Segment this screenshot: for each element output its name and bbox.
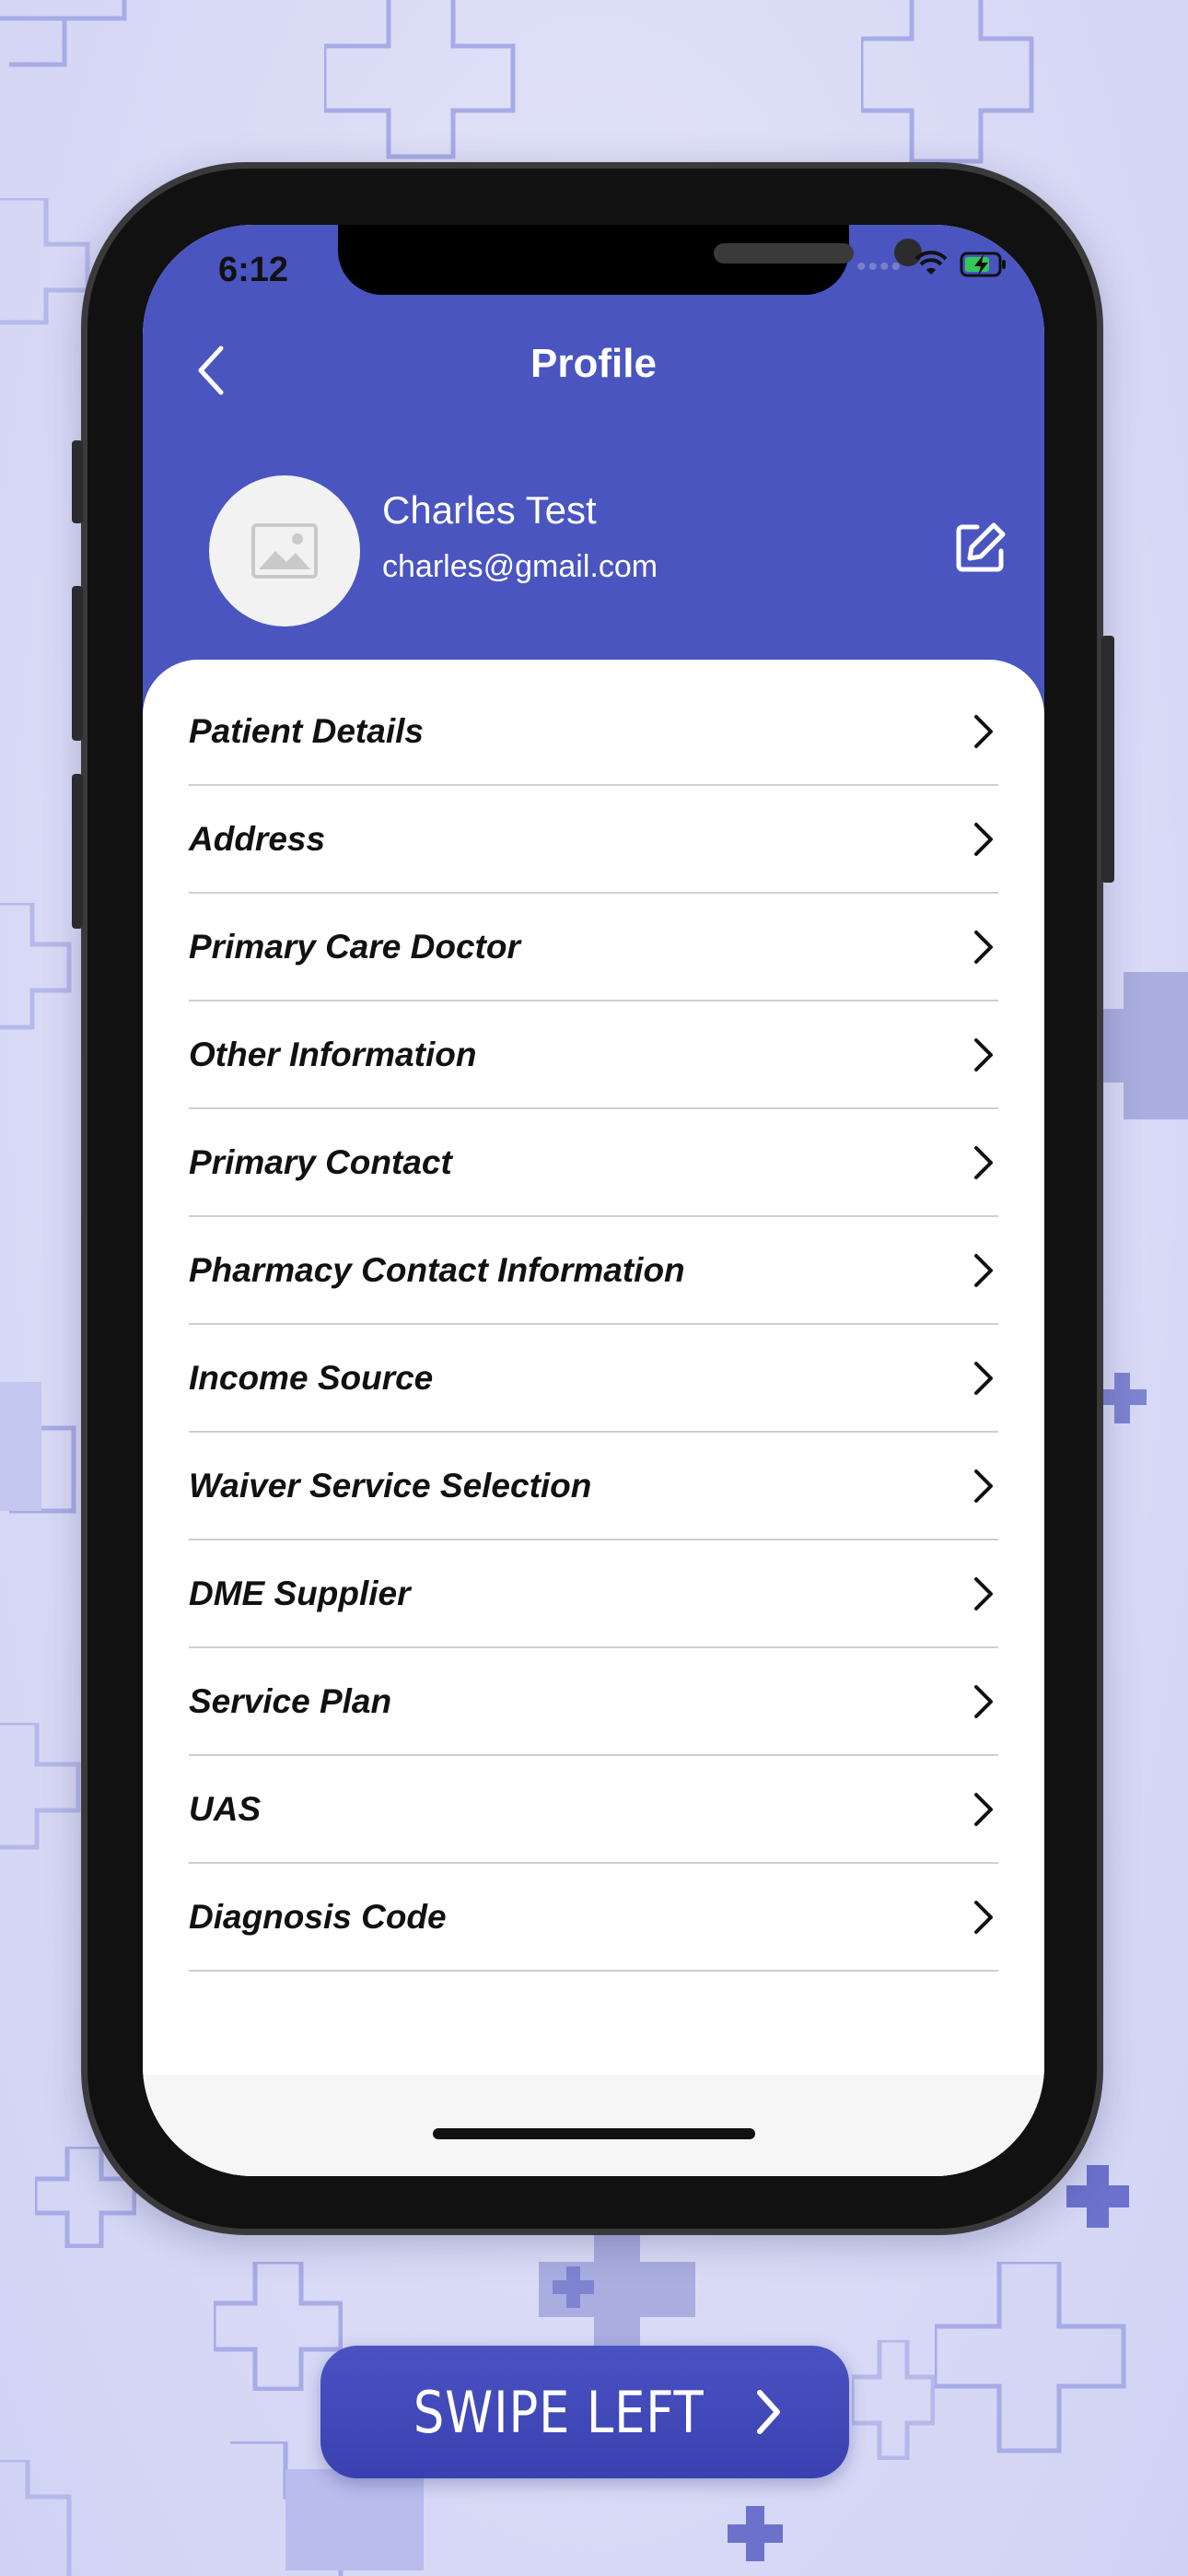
menu-item[interactable]: Other Information: [189, 1001, 998, 1109]
phone-notch: [338, 225, 922, 295]
battery-charging-icon: [960, 251, 1007, 283]
menu-item-label: Patient Details: [189, 711, 424, 750]
menu-item[interactable]: DME Supplier: [189, 1540, 998, 1648]
app-screen: 6:12 •••• Profile Charles Test charles@g…: [143, 225, 1044, 2176]
phone-volume-up: [72, 586, 83, 741]
chevron-right-icon: [974, 1900, 993, 1934]
cross-solid-decoration: [1066, 2165, 1131, 2230]
cross-solid-decoration: [1101, 1373, 1147, 1428]
cross-outline-decoration: [0, 198, 92, 327]
page-title: Profile: [530, 341, 657, 386]
phone-power-button: [1101, 636, 1114, 883]
edit-icon: [956, 522, 1006, 572]
menu-item-label: Service Plan: [189, 1681, 392, 1720]
chevron-right-icon: [974, 1792, 993, 1826]
profile-menu-card: Patient Details Address Primary Care Docto…: [143, 660, 1044, 2176]
menu-item[interactable]: Service Plan: [189, 1648, 998, 1756]
status-icons: ••••: [856, 251, 1007, 283]
cross-solid-decoration: [728, 2506, 783, 2576]
menu-item[interactable]: Pharmacy Contact Information: [189, 1217, 998, 1325]
chevron-right-icon: [974, 1037, 993, 1071]
speaker-grille: [714, 243, 854, 263]
menu-item-label: Waiver Service Selection: [189, 1466, 592, 1505]
cross-outline-decoration: [0, 903, 74, 1032]
avatar[interactable]: [209, 475, 360, 626]
edit-profile-button[interactable]: [953, 520, 1008, 575]
cross-outline-decoration: [0, 0, 129, 69]
home-indicator[interactable]: [433, 2128, 755, 2139]
menu-item-label: Primary Care Doctor: [189, 927, 520, 966]
menu-item-label: Pharmacy Contact Information: [189, 1250, 685, 1289]
menu-item-label: Income Source: [189, 1358, 434, 1397]
phone-mute-switch: [72, 440, 83, 523]
menu-item[interactable]: Diagnosis Code: [189, 1864, 998, 1972]
cross-outline-decoration: [324, 0, 518, 161]
chevron-right-icon: [974, 1253, 993, 1287]
chevron-right-icon: [974, 1469, 993, 1503]
signal-dots-icon: ••••: [856, 251, 903, 282]
cross-solid-decoration: [539, 2220, 695, 2359]
status-time: 6:12: [218, 251, 289, 289]
wifi-icon: [914, 251, 949, 283]
menu-item[interactable]: UAS: [189, 1756, 998, 1864]
chevron-right-icon: [974, 1576, 993, 1610]
chevron-right-icon: [974, 822, 993, 856]
menu-item-label: Other Information: [189, 1035, 477, 1073]
menu-item[interactable]: Income Source: [189, 1325, 998, 1433]
swipe-left-button[interactable]: SWIPE LEFT: [320, 2346, 849, 2478]
menu-item-label: UAS: [189, 1789, 262, 1828]
image-placeholder-icon: [251, 523, 318, 579]
bottom-safe-area: [143, 2075, 1044, 2176]
phone-volume-down: [72, 774, 83, 929]
chevron-right-icon: [974, 1145, 993, 1179]
menu-item[interactable]: Address: [189, 786, 998, 894]
swipe-label: SWIPE LEFT: [413, 2378, 705, 2446]
menu-item-label: DME Supplier: [189, 1574, 411, 1612]
cross-outline-decoration: [0, 2460, 74, 2576]
chevron-right-icon: [974, 714, 993, 748]
cross-outline-decoration: [0, 1723, 83, 1852]
user-name: Charles Test: [382, 488, 597, 532]
menu-item-label: Diagnosis Code: [189, 1897, 447, 1936]
menu-item[interactable]: Waiver Service Selection: [189, 1433, 998, 1540]
chevron-right-icon: [974, 1684, 993, 1718]
menu-item[interactable]: Primary Contact: [189, 1109, 998, 1217]
cross-outline-decoration: [852, 2340, 935, 2460]
cross-outline-decoration: [0, 1382, 83, 1603]
menu-item[interactable]: Primary Care Doctor: [189, 894, 998, 1001]
menu-item-label: Primary Contact: [189, 1142, 452, 1181]
chevron-right-icon: [974, 930, 993, 964]
chevron-right-icon: [756, 2390, 780, 2434]
chevron-right-icon: [974, 1361, 993, 1395]
menu-item[interactable]: Patient Details: [189, 678, 998, 786]
profile-menu-list: Patient Details Address Primary Care Docto…: [189, 678, 998, 1972]
user-email: charles@gmail.com: [382, 549, 658, 584]
menu-item-label: Address: [189, 819, 326, 858]
cross-outline-decoration: [861, 0, 1036, 166]
cross-outline-decoration: [935, 2262, 1128, 2455]
